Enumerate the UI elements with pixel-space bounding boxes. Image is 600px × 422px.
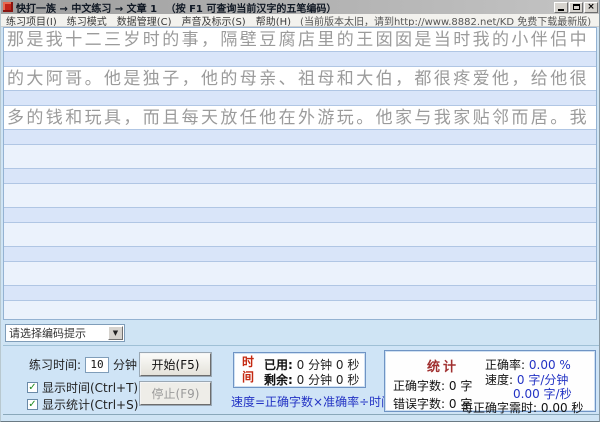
- typing-input-row[interactable]: [4, 247, 596, 262]
- show-time-checkbox[interactable]: ✓: [27, 382, 38, 393]
- practice-text-row: [4, 184, 596, 208]
- practice-text-area: 那是我十二三岁时的事，隔壁豆腐店里的王囡囡是当时我的小伴侣中的大阿哥。他是独子，…: [3, 27, 597, 320]
- show-time-label: 显示时间(Ctrl+T): [42, 379, 138, 396]
- menu-sound-marking[interactable]: 声音及标示(S): [177, 14, 251, 27]
- stats-title: 统计: [427, 356, 459, 375]
- speed-formula: 速度=正确字数×准确率÷时间: [231, 393, 393, 410]
- typing-input-row[interactable]: [4, 91, 596, 106]
- close-icon: ×: [587, 3, 595, 12]
- practice-text-row: [4, 262, 596, 286]
- time-used-label: 已用:: [264, 358, 293, 372]
- typing-input-row[interactable]: [4, 208, 596, 223]
- start-button[interactable]: 开始(F5): [140, 353, 211, 376]
- menu-practice-mode[interactable]: 练习模式: [62, 14, 112, 27]
- accuracy-label: 正确率:: [485, 358, 525, 372]
- show-stats-checkbox[interactable]: ✓: [27, 399, 38, 410]
- typing-input-row[interactable]: [4, 52, 596, 67]
- menu-data-management[interactable]: 数据管理(C): [112, 14, 177, 27]
- time-remain-value: 0 分钟 0 秒: [297, 373, 360, 387]
- version-notice: (当前版本太旧，请到http://www.8882.net/KD 免费下载最新版…: [296, 14, 591, 27]
- control-panel: 练习时间: 分钟 ✓ 显示时间(Ctrl+T) ✓ 显示统计(Ctrl+S) 开…: [3, 345, 599, 415]
- practice-time-label: 练习时间:: [29, 356, 81, 373]
- stop-button[interactable]: 停止(F9): [140, 382, 211, 405]
- menu-practice-items[interactable]: 练习项目(I): [1, 14, 62, 27]
- practice-text-row: 那是我十二三岁时的事，隔壁豆腐店里的王囡囡是当时我的小伴侣中: [4, 28, 596, 52]
- time-title-char2: 间: [242, 370, 254, 384]
- practice-text-row: [4, 145, 596, 169]
- encoding-hint-value: 请选择编码提示: [6, 325, 108, 341]
- time-title-char1: 时: [242, 355, 254, 369]
- menu-bar: 练习项目(I) 练习模式 数据管理(C) 声音及标示(S) 帮助(H) (当前版…: [1, 14, 600, 27]
- encoding-hint-select[interactable]: 请选择编码提示 ▼: [5, 324, 125, 342]
- per-char-time-value: 0.00 秒: [541, 401, 584, 415]
- check-icon: ✓: [28, 400, 36, 410]
- practice-time-input[interactable]: [85, 357, 109, 373]
- minutes-label: 分钟: [113, 356, 137, 373]
- minimize-button[interactable]: [554, 2, 568, 13]
- maximize-icon: [573, 4, 580, 10]
- practice-text-row: 多的钱和玩具，而且每天放任他在外游玩。他家与我家贴邻而居。我: [4, 106, 596, 130]
- maximize-button[interactable]: [569, 2, 583, 13]
- app-window: 快打一族 → 中文练习 → 文章 1 （按 F1 可查询当前汉字的五笔编码） ×…: [0, 0, 600, 422]
- practice-text-row: [4, 301, 596, 320]
- correct-count-value: 0 字: [449, 379, 472, 393]
- typing-input-row[interactable]: [4, 130, 596, 145]
- practice-text-row: 的大阿哥。他是独子，他的母亲、祖母和大伯，都很疼爱他，给他很: [4, 67, 596, 91]
- wrong-count-label: 错误字数:: [393, 397, 445, 411]
- show-stats-label: 显示统计(Ctrl+S): [42, 396, 138, 413]
- correct-count-label: 正确字数:: [393, 379, 445, 393]
- per-char-time-label: 每正确字需时:: [461, 401, 537, 415]
- title-bar: 快打一族 → 中文练习 → 文章 1 （按 F1 可查询当前汉字的五笔编码） ×: [1, 0, 600, 14]
- typing-input-row[interactable]: [4, 169, 596, 184]
- close-button[interactable]: ×: [584, 2, 598, 13]
- stats-panel: 统计 正确字数: 0 字 错误字数: 0 字 正确率: 0.00 % 速度: 0…: [384, 350, 596, 412]
- time-used-value: 0 分钟 0 秒: [297, 358, 360, 372]
- app-icon: [3, 2, 13, 12]
- time-remain-label: 剩余:: [264, 373, 293, 387]
- speed-label: 速度:: [485, 373, 513, 387]
- practice-text-row: [4, 223, 596, 247]
- time-panel: 时 间 已用: 0 分钟 0 秒 剩余: 0 分钟 0 秒: [233, 352, 366, 388]
- menu-help[interactable]: 帮助(H): [251, 14, 296, 27]
- window-title: 快打一族 → 中文练习 → 文章 1 （按 F1 可查询当前汉字的五笔编码）: [16, 0, 554, 14]
- check-icon: ✓: [28, 383, 36, 393]
- accuracy-value: 0.00 %: [529, 358, 571, 372]
- typing-input-row[interactable]: [4, 286, 596, 301]
- minimize-icon: [558, 9, 564, 11]
- chevron-down-icon[interactable]: ▼: [108, 326, 123, 340]
